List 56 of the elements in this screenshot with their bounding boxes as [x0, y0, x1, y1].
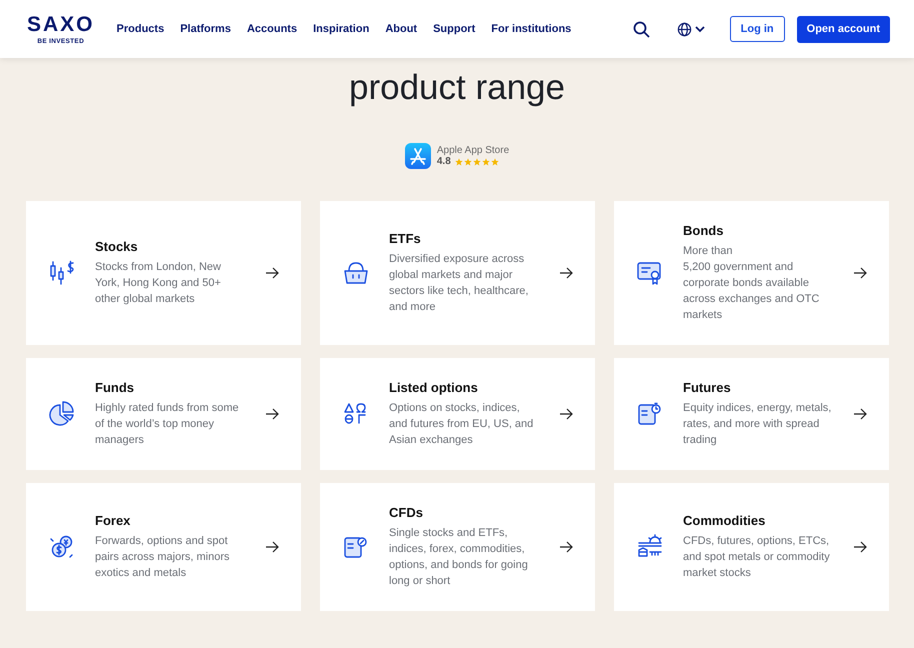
chevron-down-icon[interactable]	[694, 25, 705, 33]
store-name: Apple App Store	[436, 145, 510, 156]
product-description: Forwards, options and spot pairs across majors, minors exotics and metals	[95, 534, 230, 581]
product-description: Diversified exposure across global markets and major sectors like tech, healthcare, and more	[389, 252, 530, 315]
open-account-button[interactable]: Open account	[796, 16, 890, 42]
product-card[interactable]: ETFs Diversified exposure across global markets and major sectors like tech, healthcare, and more	[320, 201, 595, 345]
product-title: Bonds	[683, 223, 724, 238]
logo[interactable]: SAXO	[27, 14, 95, 34]
globe-icon[interactable]	[676, 22, 692, 36]
product-card[interactable]: Bonds More than 5,200 government and corporate bonds available across exchanges and OTC markets	[614, 201, 889, 345]
product-title: Forex	[95, 513, 132, 528]
arrow-right-icon[interactable]	[265, 267, 279, 279]
rating-score: 4.8	[436, 156, 451, 167]
arrow-right-icon[interactable]	[265, 408, 279, 420]
product-title: Stocks	[95, 239, 139, 254]
nav-link[interactable]: Support	[433, 23, 476, 35]
product-card[interactable]: Forex Forwards, options and spot pairs across majors, minors exotics and metals	[26, 483, 301, 611]
product-card[interactable]: CFDs Single stocks and ETFs, indices, forex, commodities, options, and bonds for going long or short	[320, 483, 595, 611]
product-card[interactable]: Stocks Stocks from London, New York, Hong Kong and 50+ other global markets	[26, 201, 301, 345]
product-title: CFDs	[389, 505, 424, 520]
arrow-right-icon[interactable]	[559, 408, 573, 420]
product-description: Options on stocks, indices, and futures from EU, US, and Asian exchanges	[389, 401, 534, 448]
arrow-right-icon[interactable]	[853, 267, 867, 279]
product-card[interactable]: Listed options Options on stocks, indices, and futures from EU, US, and Asian exchanges	[320, 358, 595, 470]
search-icon[interactable]	[632, 20, 650, 38]
product-title: ETFs	[389, 231, 422, 246]
basket-icon	[342, 260, 370, 286]
product-card[interactable]: Commodities CFDs, futures, options, ETCs, and spot metals or commodity market stocks	[614, 483, 889, 611]
product-card[interactable]: Funds Highly rated funds from some of the world’s top money managers	[26, 358, 301, 470]
product-description: Equity indices, energy, metals, rates, and more with spread trading	[683, 401, 832, 448]
product-card[interactable]: Futures Equity indices, energy, metals, rates, and more with spread trading	[614, 358, 889, 470]
app-store-icon	[404, 143, 431, 169]
product-title: Listed options	[389, 380, 479, 395]
product-description: More than 5,200 government and corporate bonds available across exchanges and OTC markets	[683, 244, 820, 323]
arrow-right-icon[interactable]	[559, 541, 573, 553]
nav-link[interactable]: Accounts	[246, 23, 298, 35]
nav-link[interactable]: About	[385, 23, 418, 35]
arrow-right-icon[interactable]	[265, 541, 279, 553]
product-title: Commodities	[683, 513, 766, 528]
nav-link[interactable]: Inspiration	[313, 23, 370, 35]
page-heading: product range	[348, 68, 566, 108]
pie-chart-icon	[48, 400, 76, 428]
login-button[interactable]: Log in	[730, 16, 785, 42]
arrow-right-icon[interactable]	[853, 541, 867, 553]
nav-link[interactable]: For institutions	[491, 23, 572, 35]
arrow-right-icon[interactable]	[853, 408, 867, 420]
product-title: Funds	[95, 380, 135, 395]
nav-link[interactable]: Products	[116, 23, 164, 35]
candlestick-chart-icon	[48, 260, 76, 286]
product-description: Stocks from London, New York, Hong Kong and 50+ other global markets	[95, 260, 222, 307]
product-title: Futures	[683, 380, 732, 395]
product-description: CFDs, futures, options, ETCs, and spot metals or commodity market stocks	[683, 534, 831, 581]
product-description: Single stocks and ETFs, indices, forex, commodities, options, and bonds for going long or short	[389, 526, 529, 589]
nav-link[interactable]: Platforms	[180, 23, 231, 35]
product-description: Highly rated funds from some of the world’s top money managers	[95, 401, 240, 448]
arrow-right-icon[interactable]	[559, 267, 573, 279]
